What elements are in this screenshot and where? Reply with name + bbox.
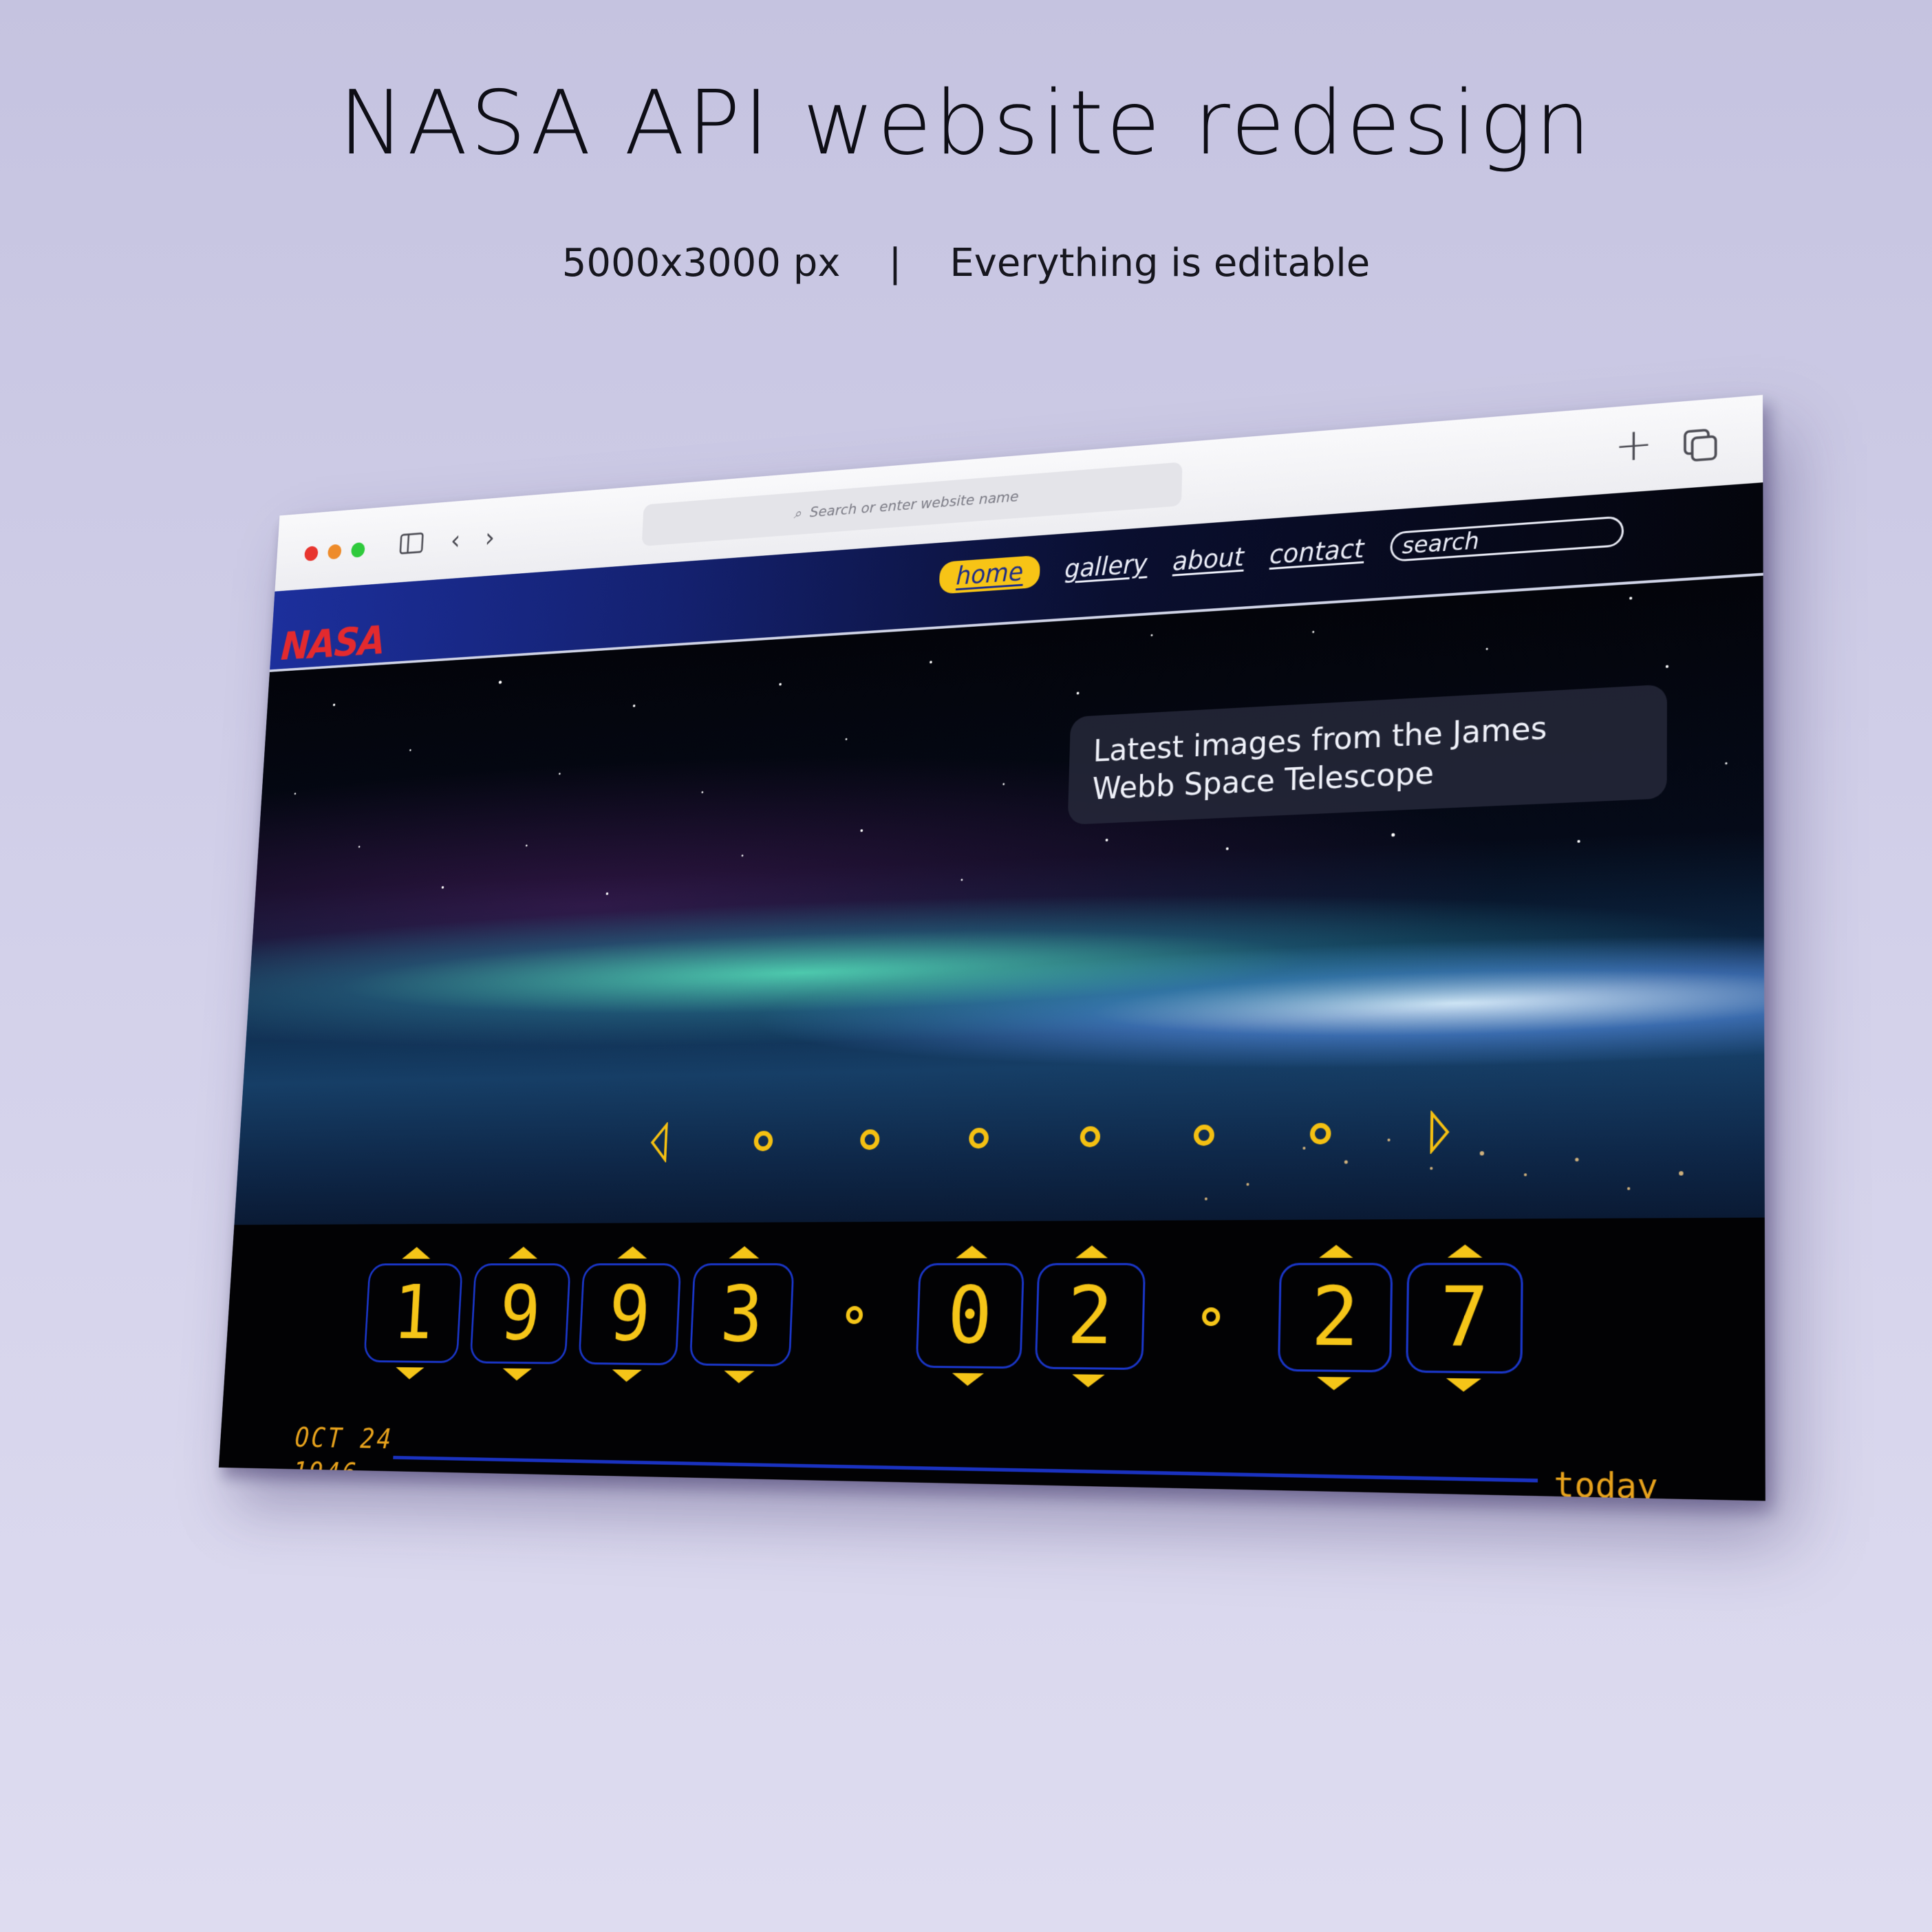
- date-digits: 1 9 9 3 0 2 2 7: [363, 1244, 1523, 1393]
- timeline-start-year: 1946: [292, 1457, 360, 1490]
- decrement-icon[interactable]: [723, 1371, 755, 1384]
- increment-icon[interactable]: [1447, 1244, 1483, 1258]
- carousel-prev-icon[interactable]: [649, 1122, 669, 1163]
- decrement-icon[interactable]: [1316, 1377, 1351, 1391]
- day-digit-2[interactable]: 7: [1406, 1244, 1523, 1393]
- month-digit-1[interactable]: 0: [915, 1245, 1024, 1386]
- carousel-dot-5[interactable]: [1193, 1124, 1215, 1146]
- maximize-window-button[interactable]: [350, 541, 365, 558]
- carousel-dot-1[interactable]: [753, 1130, 773, 1152]
- tabs-icon[interactable]: [1682, 427, 1719, 464]
- browser-window: ‹ › ⌕ Search or enter website name + NAS…: [218, 394, 1765, 1501]
- date-picker: 1 9 9 3 0 2 2 7 OCT 24 1946 today: [218, 1217, 1765, 1501]
- timeline-start-month-day: OCT 24: [294, 1422, 394, 1455]
- nav-about[interactable]: about: [1172, 543, 1245, 577]
- site-search-input[interactable]: search: [1390, 515, 1624, 562]
- chevron-left-icon[interactable]: ‹: [450, 525, 461, 556]
- increment-icon[interactable]: [617, 1246, 648, 1259]
- decrement-icon[interactable]: [611, 1369, 642, 1382]
- carousel-dot-3[interactable]: [968, 1127, 989, 1149]
- year-digit-3[interactable]: 9: [578, 1246, 682, 1382]
- increment-icon[interactable]: [956, 1245, 988, 1258]
- carousel-dot-6[interactable]: [1309, 1122, 1331, 1145]
- timeline-end-label: today: [1554, 1463, 1658, 1501]
- decrement-icon[interactable]: [952, 1373, 984, 1386]
- hero-image: Latest images from the James Webb Space …: [234, 575, 1765, 1225]
- month-digit-2[interactable]: 2: [1034, 1245, 1146, 1388]
- decrement-icon[interactable]: [395, 1367, 425, 1380]
- timeline-track[interactable]: [393, 1455, 1538, 1501]
- search-icon: ⌕: [793, 505, 802, 522]
- year-digit-1[interactable]: 1: [363, 1247, 463, 1380]
- site-search-placeholder: search: [1402, 527, 1479, 559]
- nasa-site: NASA home gallery about contact search L…: [218, 482, 1765, 1501]
- increment-icon[interactable]: [1319, 1245, 1353, 1258]
- address-placeholder: Search or enter website name: [809, 488, 1020, 521]
- nav-gallery[interactable]: gallery: [1064, 550, 1148, 584]
- year-digit-4[interactable]: 3: [689, 1246, 795, 1384]
- increment-icon[interactable]: [1075, 1245, 1108, 1258]
- year-digit-2[interactable]: 9: [469, 1246, 571, 1381]
- chevron-right-icon[interactable]: ›: [484, 522, 495, 553]
- carousel-next-icon[interactable]: [1428, 1110, 1450, 1154]
- increment-icon[interactable]: [729, 1246, 760, 1259]
- decrement-icon[interactable]: [1446, 1378, 1481, 1393]
- date-timeline: OCT 24 1946 today: [292, 1421, 1658, 1501]
- carousel-dot-4[interactable]: [1080, 1126, 1101, 1148]
- date-separator: [1201, 1307, 1221, 1327]
- decrement-icon[interactable]: [502, 1368, 532, 1381]
- timeline-slider-handle[interactable]: [1086, 1488, 1126, 1501]
- sidebar-icon[interactable]: [399, 532, 424, 555]
- decrement-icon[interactable]: [1071, 1374, 1105, 1388]
- increment-icon[interactable]: [508, 1246, 538, 1259]
- nav-contact[interactable]: contact: [1269, 534, 1364, 570]
- nasa-logo[interactable]: NASA: [280, 617, 386, 669]
- increment-icon[interactable]: [402, 1247, 431, 1259]
- nav-home[interactable]: home: [938, 555, 1041, 594]
- minimize-window-button[interactable]: [327, 544, 342, 560]
- close-window-button[interactable]: [304, 546, 319, 561]
- day-digit-1[interactable]: 2: [1277, 1245, 1393, 1391]
- plus-icon[interactable]: +: [1614, 418, 1653, 473]
- date-separator: [846, 1306, 863, 1324]
- carousel-dot-2[interactable]: [859, 1129, 880, 1150]
- timeline-start-label: OCT 24 1946: [292, 1421, 394, 1492]
